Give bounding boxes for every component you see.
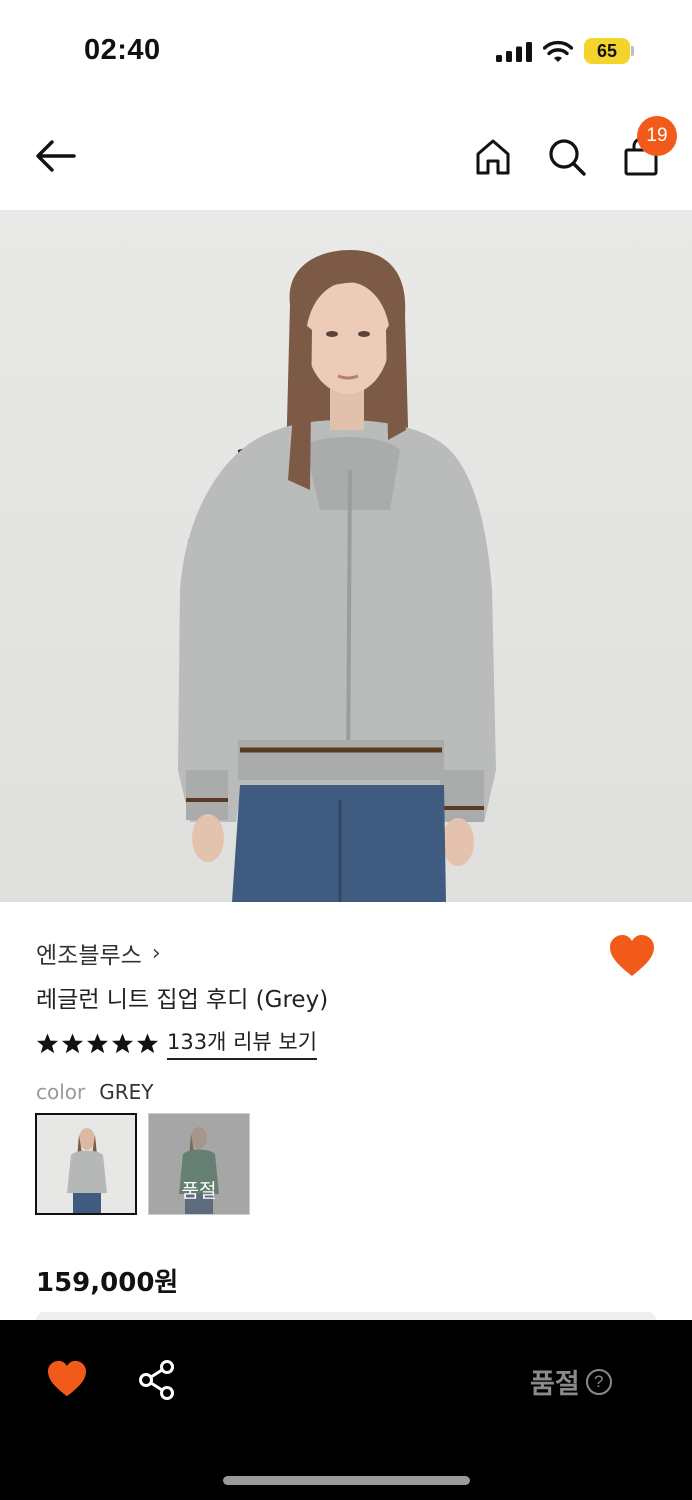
model-photo <box>178 250 496 902</box>
status-bar: 02:40 65 <box>0 0 692 100</box>
review-link[interactable]: 133개 리뷰 보기 <box>167 1026 318 1060</box>
soldout-label: 품절 <box>530 1369 580 1400</box>
color-swatch-green[interactable]: 품절 <box>148 1113 250 1215</box>
home-icon[interactable] <box>472 136 514 178</box>
rating-stars <box>36 1032 159 1055</box>
battery-indicator: 65 <box>584 38 634 64</box>
star-icon <box>61 1032 84 1053</box>
product-image[interactable] <box>0 210 692 902</box>
brand-name: 엔조블루스 <box>36 943 142 969</box>
signal-icon <box>496 42 532 62</box>
color-swatch-grey[interactable] <box>35 1113 137 1215</box>
chevron-right-icon: › <box>151 940 161 966</box>
cart-count-badge: 19 <box>637 116 677 156</box>
star-icon <box>136 1032 159 1053</box>
color-row: color GREY <box>36 1080 154 1104</box>
star-icon <box>86 1032 109 1053</box>
swatch-soldout-label: 품절 <box>181 1180 217 1202</box>
star-icon <box>36 1032 59 1053</box>
product-name: 레글런 니트 집업 후디 (Grey) <box>36 987 329 1013</box>
soldout-button[interactable]: 품절 ? <box>530 1362 612 1401</box>
search-icon[interactable] <box>546 136 588 178</box>
heart-icon[interactable] <box>608 934 656 978</box>
star-icon <box>111 1032 134 1053</box>
brand-link[interactable]: 엔조블루스 › <box>36 936 161 970</box>
color-value: GREY <box>99 1080 154 1104</box>
wifi-icon <box>543 40 573 62</box>
battery-tip <box>631 46 634 56</box>
price: 159,000원 <box>36 1268 179 1298</box>
home-indicator <box>223 1476 470 1485</box>
bottom-action-bar <box>0 1320 692 1500</box>
question-circle-icon[interactable]: ? <box>585 1368 612 1395</box>
heart-icon[interactable] <box>46 1360 88 1398</box>
status-time: 02:40 <box>84 34 161 66</box>
share-icon[interactable] <box>137 1359 177 1401</box>
arrow-left-icon[interactable] <box>30 134 82 178</box>
battery-level: 65 <box>584 38 630 64</box>
top-nav <box>0 108 692 208</box>
rating-row: 133개 리뷰 보기 <box>36 1026 318 1060</box>
swatch-thumbnail <box>67 1128 107 1213</box>
color-label: color <box>36 1080 86 1104</box>
